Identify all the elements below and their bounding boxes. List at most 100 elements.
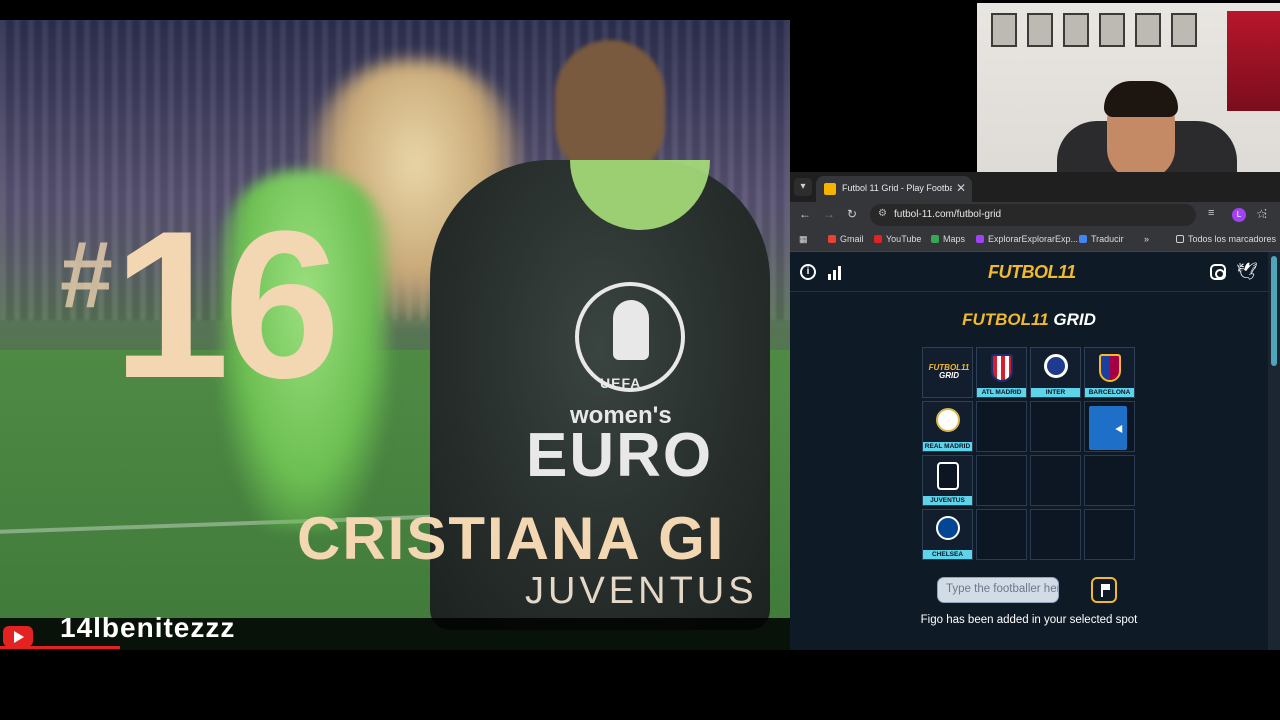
all-bookmarks[interactable]: Todos los marcadores bbox=[1176, 234, 1276, 244]
row-header-juventus: JUVENTUS bbox=[922, 455, 973, 506]
wall-frame bbox=[1063, 13, 1089, 47]
column-label: ATL MADRID bbox=[977, 388, 1026, 397]
wall-frame bbox=[991, 13, 1017, 47]
futbol-grid: FUTBOL11GRID ATL MADRID INTER BARCELONA bbox=[922, 347, 1136, 561]
corner-logo-bottom: GRID bbox=[939, 371, 959, 380]
grid-cell[interactable] bbox=[1030, 455, 1081, 506]
bookmark-traducir[interactable]: Traducir bbox=[1079, 234, 1124, 244]
atletico-crest-icon bbox=[991, 354, 1013, 382]
folder-icon bbox=[1176, 235, 1184, 243]
column-header-atl-madrid: ATL MADRID bbox=[976, 347, 1027, 398]
browser-window: ▾ Futbol 11 Grid - Play Football T ✕ ← →… bbox=[790, 172, 1280, 650]
screen: UEFA women's EURO #16 CRISTIANA GI JUVEN… bbox=[0, 0, 1280, 720]
url-text: futbol-11.com/futbol-grid bbox=[894, 209, 1002, 220]
wall-frame bbox=[1135, 13, 1161, 47]
video-progress[interactable] bbox=[0, 646, 120, 649]
column-label: INTER bbox=[1031, 388, 1080, 397]
grid-title: FUTBOL11 GRID bbox=[790, 310, 1268, 330]
explorar-icon bbox=[976, 235, 984, 243]
grid-cell[interactable] bbox=[976, 401, 1027, 452]
jersey-number: 16 bbox=[112, 187, 341, 422]
info-icon[interactable]: i bbox=[800, 264, 816, 280]
row-header-real-madrid: REAL MADRID bbox=[922, 401, 973, 452]
bookmark-label: Maps bbox=[943, 234, 966, 244]
tab-strip: ▾ Futbol 11 Grid - Play Football T ✕ bbox=[790, 172, 1280, 202]
scrollbar-thumb[interactable] bbox=[1271, 256, 1277, 366]
browser-toolbar: ← → ↻ ⚙ futbol-11.com/futbol-grid ☆ ≡ L … bbox=[790, 202, 1280, 228]
bookmark-explorar[interactable]: ExplorarExplorarExp... bbox=[976, 234, 1078, 244]
site-info-icon[interactable]: ⚙ bbox=[878, 208, 887, 219]
grid-cell[interactable] bbox=[1030, 401, 1081, 452]
juventus-crest-icon bbox=[937, 462, 959, 490]
bookmarks-bar: ▦ Gmail YouTube Maps ExplorarExplorarExp… bbox=[790, 228, 1280, 252]
channel-name: 14lbenitezzz bbox=[60, 612, 236, 643]
site-header: i FUTBOL11 🕊 bbox=[790, 252, 1268, 292]
forward-icon[interactable]: → bbox=[823, 207, 835, 221]
grid-cell[interactable] bbox=[1084, 455, 1135, 506]
apps-grid-icon[interactable]: ▦ bbox=[799, 234, 808, 245]
streamer-hair bbox=[1104, 81, 1178, 117]
row-label: REAL MADRID bbox=[923, 442, 972, 451]
wall-frame bbox=[1171, 13, 1197, 47]
reading-list-icon[interactable]: ≡ bbox=[1208, 207, 1214, 219]
menu-kebab-icon[interactable]: ⋮ bbox=[1260, 207, 1271, 220]
bookmark-label: YouTube bbox=[886, 234, 922, 244]
all-bookmarks-label: Todos los marcadores bbox=[1188, 234, 1277, 244]
bookmark-gmail[interactable]: Gmail bbox=[828, 234, 864, 244]
bookmark-label: Gmail bbox=[840, 234, 864, 244]
site-logo[interactable]: FUTBOL11 bbox=[988, 262, 1076, 283]
jersey-number-overlay: #16 bbox=[60, 200, 340, 410]
youtube-icon bbox=[3, 626, 33, 647]
column-header-barcelona: BARCELONA bbox=[1084, 347, 1135, 398]
column-header-inter: INTER bbox=[1030, 347, 1081, 398]
player-name-overlay: CRISTIANA GI bbox=[297, 505, 726, 572]
real-madrid-crest-icon bbox=[936, 408, 960, 432]
grid-cell[interactable] bbox=[976, 509, 1027, 560]
maps-icon bbox=[931, 235, 939, 243]
uefa-text: UEFA bbox=[600, 375, 642, 391]
twitter-icon[interactable]: 🕊 bbox=[1236, 262, 1258, 282]
grid-cell[interactable] bbox=[1084, 509, 1135, 560]
grid-cell-selected[interactable] bbox=[1084, 401, 1135, 452]
tab-title: Futbol 11 Grid - Play Football T bbox=[842, 183, 952, 193]
back-icon[interactable]: ← bbox=[799, 207, 811, 221]
give-up-flag-button[interactable] bbox=[1091, 577, 1117, 603]
bookmarks-overflow-button[interactable]: » bbox=[1144, 234, 1149, 244]
tab-futbol11[interactable]: Futbol 11 Grid - Play Football T ✕ bbox=[816, 176, 972, 202]
bookmark-label: ExplorarExplorarExp... bbox=[988, 234, 1079, 244]
barcelona-crest-icon bbox=[1099, 354, 1121, 382]
translate-icon bbox=[1079, 235, 1087, 243]
favicon-icon bbox=[824, 183, 836, 195]
bookmark-youtube[interactable]: YouTube bbox=[874, 234, 921, 244]
close-tab-icon[interactable]: ✕ bbox=[956, 181, 966, 195]
video-player[interactable]: UEFA women's EURO #16 CRISTIANA GI JUVEN… bbox=[0, 20, 790, 650]
wall-poster bbox=[1227, 11, 1280, 111]
stats-icon[interactable] bbox=[828, 264, 844, 280]
euro-text: EURO bbox=[526, 421, 714, 490]
column-label: BARCELONA bbox=[1085, 388, 1134, 397]
row-header-chelsea: CHELSEA bbox=[922, 509, 973, 560]
status-message: Figo has been added in your selected spo… bbox=[920, 614, 1138, 626]
footballer-search-input[interactable]: Type the footballer here bbox=[937, 577, 1059, 603]
tab-search-button[interactable]: ▾ bbox=[794, 178, 812, 196]
wall-frame bbox=[1099, 13, 1125, 47]
gmail-icon bbox=[828, 235, 836, 243]
grid-cell[interactable] bbox=[1030, 509, 1081, 560]
chelsea-crest-icon bbox=[936, 516, 960, 540]
row-label: JUVENTUS bbox=[923, 496, 972, 505]
corner-logo: FUTBOL11 GRID bbox=[928, 364, 970, 380]
profile-avatar[interactable]: L bbox=[1232, 208, 1246, 222]
row-label: CHELSEA bbox=[923, 550, 972, 559]
bookmark-maps[interactable]: Maps bbox=[931, 234, 965, 244]
inter-crest-icon bbox=[1044, 354, 1068, 378]
grid-title-word: GRID bbox=[1048, 310, 1096, 329]
address-bar[interactable]: ⚙ futbol-11.com/futbol-grid ☆ bbox=[870, 204, 1267, 226]
futbol11-page: i FUTBOL11 🕊 FUTBOL11 GRID FUTBOL11 GRID … bbox=[790, 252, 1268, 650]
instagram-icon[interactable] bbox=[1210, 264, 1226, 280]
bookmark-label: Traducir bbox=[1091, 234, 1124, 244]
reload-icon[interactable]: ↻ bbox=[847, 207, 857, 221]
wall-frame bbox=[1027, 13, 1053, 47]
player-hair bbox=[555, 40, 665, 180]
grid-cell[interactable] bbox=[976, 455, 1027, 506]
grid-corner-logo: FUTBOL11 GRID bbox=[922, 347, 973, 398]
